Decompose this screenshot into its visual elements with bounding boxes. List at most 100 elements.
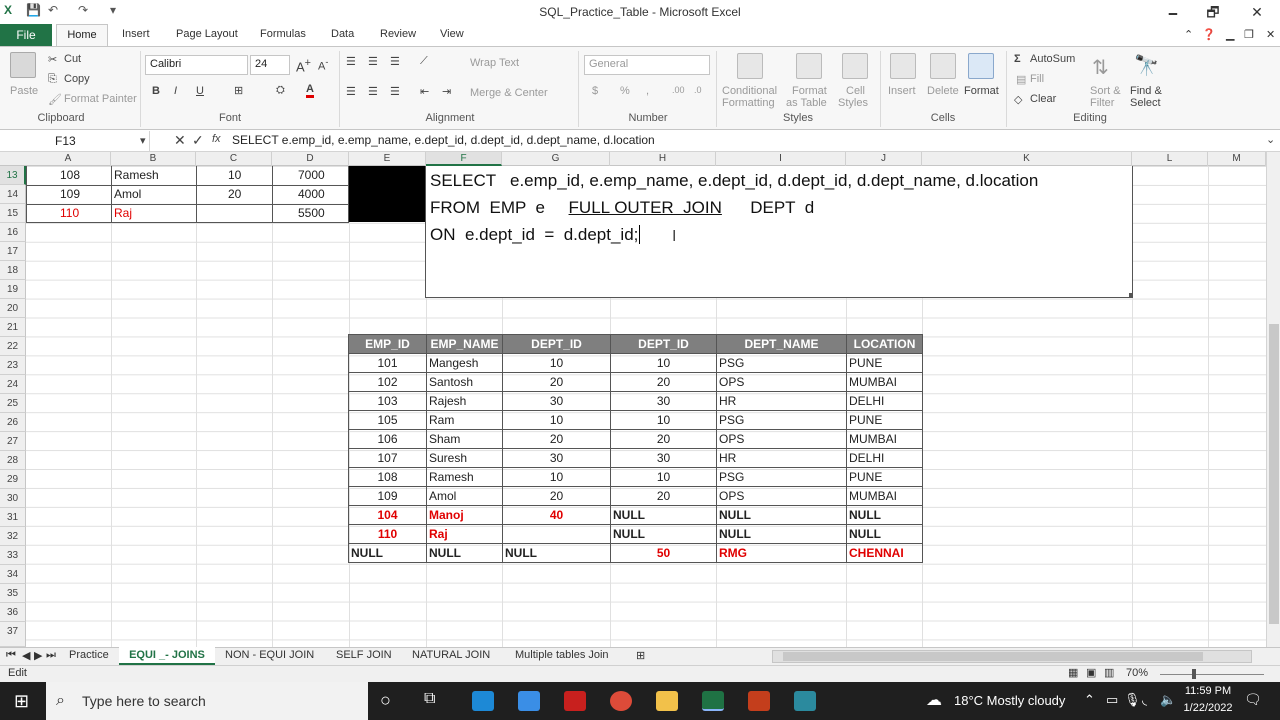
cut-button[interactable]: Cut <box>64 53 81 65</box>
cell-location[interactable]: DELHI <box>846 391 923 411</box>
clear-icon[interactable]: ◇ <box>1014 93 1022 106</box>
new-sheet-icon[interactable]: ⊞ <box>636 649 645 662</box>
cell-dept-id-2[interactable]: 50 <box>610 543 717 563</box>
underline-icon[interactable]: U <box>196 85 204 97</box>
increase-indent-icon[interactable]: ⇥ <box>442 85 451 98</box>
row-header[interactable]: 34 <box>0 565 26 584</box>
resize-handle[interactable] <box>1129 293 1133 297</box>
row-header[interactable]: 28 <box>0 451 26 470</box>
row-header[interactable]: 20 <box>0 299 26 318</box>
row-header[interactable]: 24 <box>0 375 26 394</box>
cell-c14[interactable]: 20 <box>228 185 241 204</box>
find-select-button[interactable]: Find & <box>1130 85 1162 97</box>
copy-button[interactable]: Copy <box>64 73 90 85</box>
horizontal-scroll-thumb[interactable] <box>783 652 1203 661</box>
cell-b14[interactable]: Amol <box>114 185 141 204</box>
cell-b13[interactable]: Ramesh <box>114 166 159 185</box>
paste-icon[interactable] <box>10 52 36 78</box>
cell-a15[interactable]: 110 <box>60 204 79 223</box>
align-center-icon[interactable]: ☰ <box>368 85 378 98</box>
acrobat-icon[interactable] <box>564 691 586 711</box>
show-hidden-icons-icon[interactable]: ⌃ <box>1084 692 1095 708</box>
clear-button[interactable]: Clear <box>1030 93 1056 105</box>
windows-start-icon[interactable]: ⊞ <box>14 691 29 712</box>
insert-cells-button[interactable]: Insert <box>888 85 916 97</box>
conditional-formatting-button[interactable]: Conditional <box>722 85 777 97</box>
shrink-font-icon[interactable]: A- <box>318 57 328 73</box>
find-select-label2[interactable]: Select <box>1130 97 1161 109</box>
cell-d15[interactable]: 5500 <box>298 204 325 223</box>
cell-emp-name[interactable]: Ramesh <box>426 467 503 487</box>
cell-dept-id-2[interactable]: 30 <box>610 391 717 411</box>
cell-dept-name[interactable]: PSG <box>716 467 847 487</box>
zoom-level[interactable]: 70% <box>1126 667 1148 679</box>
prev-sheet-icon[interactable]: ◀ <box>22 649 30 662</box>
cell-emp-id[interactable]: 105 <box>348 410 427 430</box>
decrease-indent-icon[interactable]: ⇤ <box>420 85 429 98</box>
tab-file[interactable]: File <box>0 24 52 46</box>
cell-location[interactable]: PUNE <box>846 410 923 430</box>
cell-location[interactable]: CHENNAI <box>846 543 923 563</box>
column-header-a[interactable]: A <box>26 152 111 166</box>
font-color-icon[interactable]: A <box>306 83 314 98</box>
close-button[interactable]: ✕ <box>1242 2 1272 22</box>
row-header[interactable]: 35 <box>0 584 26 603</box>
minimize-button[interactable]: 🗕 <box>1158 2 1188 22</box>
cell-emp-name[interactable]: Raj <box>426 524 503 544</box>
merge-center-button[interactable]: Merge & Center <box>470 87 548 99</box>
decrease-decimal-icon[interactable]: .0 <box>694 85 702 95</box>
currency-icon[interactable]: $ <box>592 85 598 97</box>
clock-date[interactable]: 1/22/2022 <box>1176 702 1240 714</box>
sheet-tab-equi-joins[interactable]: EQUI _- JOINS <box>119 647 215 665</box>
name-box[interactable]: F13 <box>0 131 150 151</box>
cell-dept-name[interactable]: OPS <box>716 372 847 392</box>
cell-emp-name[interactable]: Ram <box>426 410 503 430</box>
format-cells-icon[interactable] <box>968 53 994 79</box>
cell-dept-id-2[interactable]: 10 <box>610 467 717 487</box>
cell-emp-name[interactable]: Suresh <box>426 448 503 468</box>
cell-dept-id[interactable]: NULL <box>502 543 611 563</box>
copy-icon[interactable]: ⎘ <box>48 73 57 86</box>
column-header-g[interactable]: G <box>502 152 610 166</box>
row-header[interactable]: 30 <box>0 489 26 508</box>
row-header[interactable]: 21 <box>0 318 26 337</box>
cell-styles-label2[interactable]: Styles <box>838 97 868 109</box>
tab-insert[interactable]: Insert <box>122 28 150 40</box>
cell-location[interactable]: NULL <box>846 505 923 525</box>
autosum-icon[interactable]: Σ <box>1014 53 1021 65</box>
cell-emp-id[interactable]: 109 <box>348 486 427 506</box>
conditional-formatting-icon[interactable] <box>737 53 763 79</box>
window-restore-icon[interactable]: ❐ <box>1244 28 1254 41</box>
format-painter-button[interactable]: Format Painter <box>64 93 137 105</box>
sql-text-box[interactable]: SELECT e.emp_id, e.emp_name, e.dept_id, … <box>425 166 1133 298</box>
cell-location[interactable]: MUMBAI <box>846 372 923 392</box>
cell-b15[interactable]: Raj <box>114 204 132 223</box>
cell-emp-name[interactable]: Amol <box>426 486 503 506</box>
cut-icon[interactable]: ✂ <box>48 53 57 66</box>
cell-dept-id-2[interactable]: NULL <box>610 524 717 544</box>
row-header[interactable]: 36 <box>0 603 26 622</box>
row-header[interactable]: 31 <box>0 508 26 527</box>
bold-icon[interactable]: B <box>152 85 160 97</box>
cell-styles-button[interactable]: Cell <box>846 85 865 97</box>
cell-a13[interactable]: 108 <box>60 166 80 185</box>
cell-dept-id-2[interactable]: NULL <box>610 505 717 525</box>
paste-button[interactable]: Paste <box>10 85 38 97</box>
sheet-tab-practice[interactable]: Practice <box>69 649 109 661</box>
sort-filter-label2[interactable]: Filter <box>1090 97 1114 109</box>
header-emp-name[interactable]: EMP_NAME <box>426 334 503 354</box>
vertical-scrollbar[interactable] <box>1266 152 1280 647</box>
cell-dept-name[interactable]: PSG <box>716 353 847 373</box>
delete-cells-icon[interactable] <box>930 53 956 79</box>
cell-styles-icon[interactable] <box>842 53 868 79</box>
align-middle-icon[interactable]: ☰ <box>368 55 378 68</box>
page-break-view-icon[interactable]: ▥ <box>1104 666 1114 679</box>
comma-icon[interactable]: , <box>646 85 649 97</box>
cell-emp-id[interactable]: 108 <box>348 467 427 487</box>
cell-d14[interactable]: 4000 <box>298 185 325 204</box>
fill-button[interactable]: Fill <box>1030 73 1044 85</box>
column-header-m[interactable]: M <box>1208 152 1266 166</box>
borders-icon[interactable]: ⊞ <box>234 84 243 97</box>
column-header-h[interactable]: H <box>610 152 716 166</box>
format-cells-button[interactable]: Format <box>964 85 999 97</box>
